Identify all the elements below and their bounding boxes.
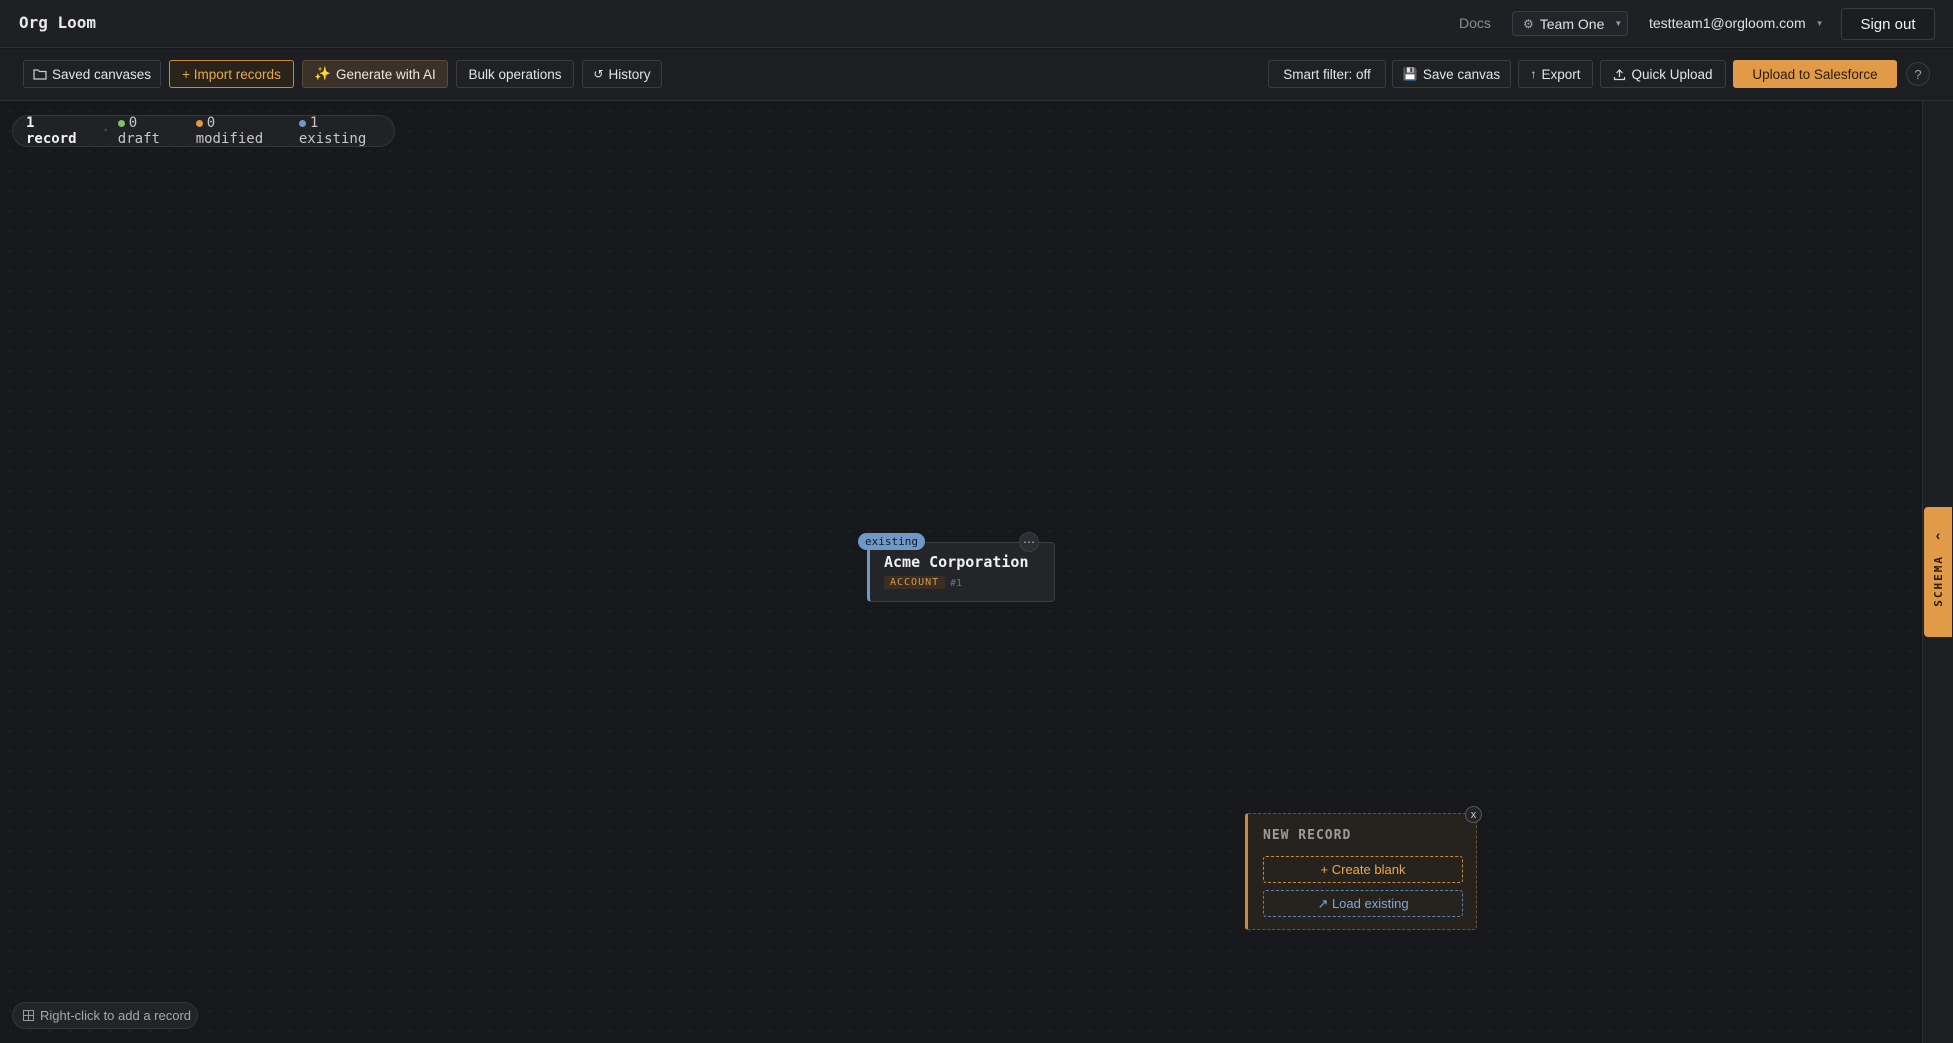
export-button[interactable]: ↑ Export [1518, 60, 1593, 88]
saved-canvases-label: Saved canvases [51, 66, 152, 82]
user-email: testteam1@orgloom.com [1649, 15, 1806, 31]
draft-dot-icon [117, 120, 125, 127]
chevron-down-icon: ▼ [1614, 19, 1623, 28]
arrow-up-icon: ↑ [1530, 67, 1537, 81]
draft-count: 0 draft [117, 115, 160, 147]
history-icon: ↺ [593, 67, 604, 81]
modified-dot-icon [195, 120, 203, 127]
gear-icon: ⚙ [1523, 16, 1534, 31]
record-stats: 1 record · 0 draft 0 modified 1 existing [12, 115, 395, 147]
grid-icon [23, 1010, 34, 1021]
save-canvas-button[interactable]: 💾 Save canvas [1392, 60, 1511, 88]
top-bar: Org Loom Docs ⚙ Team One ▼ testteam1@org… [0, 0, 1953, 48]
existing-dot-icon [298, 120, 306, 127]
separator: · [101, 123, 110, 139]
upload-salesforce-button[interactable]: Upload to Salesforce [1733, 60, 1897, 88]
chevron-left-icon: ‹ [1935, 527, 1941, 543]
create-blank-button[interactable]: + Create blank [1263, 856, 1463, 883]
smart-filter-button[interactable]: Smart filter: off [1268, 60, 1386, 88]
toolbar: Saved canvases + Import records ✨ Genera… [0, 49, 1953, 101]
new-record-popup: NEW RECORD + Create blank ↗ Load existin… [1245, 813, 1477, 930]
user-menu[interactable]: testteam1@orgloom.com ▼ [1649, 15, 1824, 31]
quick-upload-label: Quick Upload [1631, 66, 1713, 82]
generate-ai-label: Generate with AI [336, 66, 436, 82]
history-button[interactable]: ↺ History [582, 60, 662, 88]
app-brand[interactable]: Org Loom [19, 13, 96, 32]
new-record-title: NEW RECORD [1263, 828, 1352, 843]
record-title: Acme Corporation [884, 553, 1029, 571]
canvas-hint: Right-click to add a record [12, 1002, 198, 1029]
existing-count: 1 existing [298, 115, 367, 147]
schema-label: SCHEMA [1931, 555, 1945, 607]
save-canvas-label: Save canvas [1422, 66, 1501, 82]
load-existing-button[interactable]: ↗ Load existing [1263, 890, 1463, 917]
close-popup-button[interactable]: x [1465, 806, 1482, 823]
sparkles-icon: ✨ [314, 66, 331, 81]
chevron-down-icon: ▼ [1815, 18, 1824, 28]
import-records-button[interactable]: + Import records [169, 60, 294, 88]
help-button[interactable]: ? [1906, 62, 1930, 86]
export-label: Export [1541, 66, 1581, 82]
team-selector[interactable]: ⚙ Team One ▼ [1512, 11, 1628, 36]
history-label: History [608, 66, 651, 82]
floppy-icon: 💾 [1402, 67, 1418, 81]
docs-link[interactable]: Docs [1459, 15, 1491, 31]
hint-text: Right-click to add a record [40, 1008, 192, 1023]
existing-badge: existing [858, 533, 925, 550]
record-number: #1 [950, 578, 963, 589]
folder-icon [33, 69, 47, 80]
saved-canvases-button[interactable]: Saved canvases [23, 60, 161, 88]
upload-icon [1614, 68, 1626, 80]
bulk-operations-button[interactable]: Bulk operations [456, 60, 574, 88]
generate-ai-button[interactable]: ✨ Generate with AI [302, 60, 448, 88]
sign-out-button[interactable]: Sign out [1841, 8, 1935, 40]
quick-upload-button[interactable]: Quick Upload [1600, 60, 1726, 88]
card-menu-button[interactable]: ⋯ [1019, 532, 1039, 552]
team-name: Team One [1539, 15, 1605, 32]
schema-toggle[interactable]: ‹ SCHEMA [1924, 507, 1952, 637]
record-type-badge: ACCOUNT [884, 576, 946, 589]
modified-count: 0 modified [195, 115, 264, 147]
record-count: 1 record [26, 115, 77, 147]
